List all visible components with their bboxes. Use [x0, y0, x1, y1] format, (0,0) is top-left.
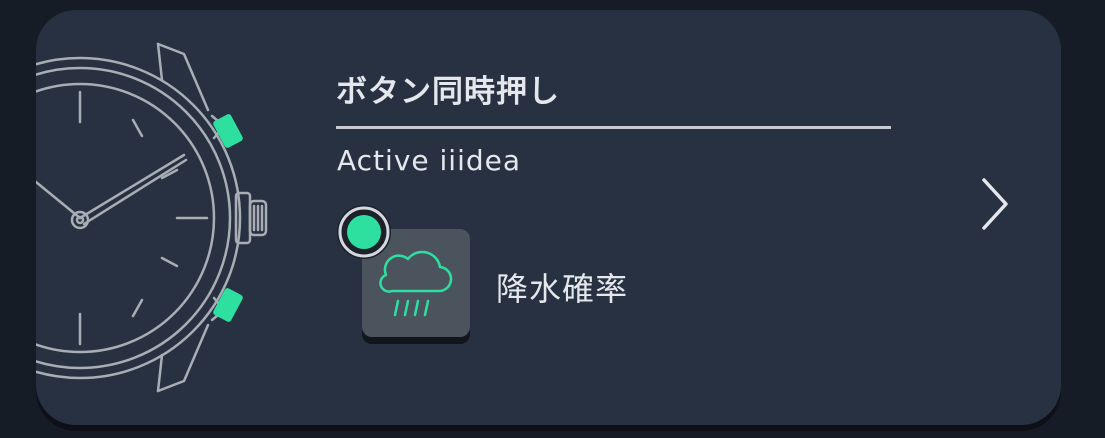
active-status-indicator	[337, 205, 391, 259]
card-subtitle: Active iiidea	[337, 144, 522, 177]
chevron-right-icon[interactable]	[976, 176, 1012, 232]
card-title: ボタン同時押し	[336, 74, 560, 110]
watch-illustration	[36, 42, 268, 393]
watch-function-card[interactable]: ボタン同時押し Active iiidea 降水確率	[36, 10, 1061, 425]
feature-label: 降水確率	[496, 270, 629, 308]
title-divider	[336, 126, 891, 129]
